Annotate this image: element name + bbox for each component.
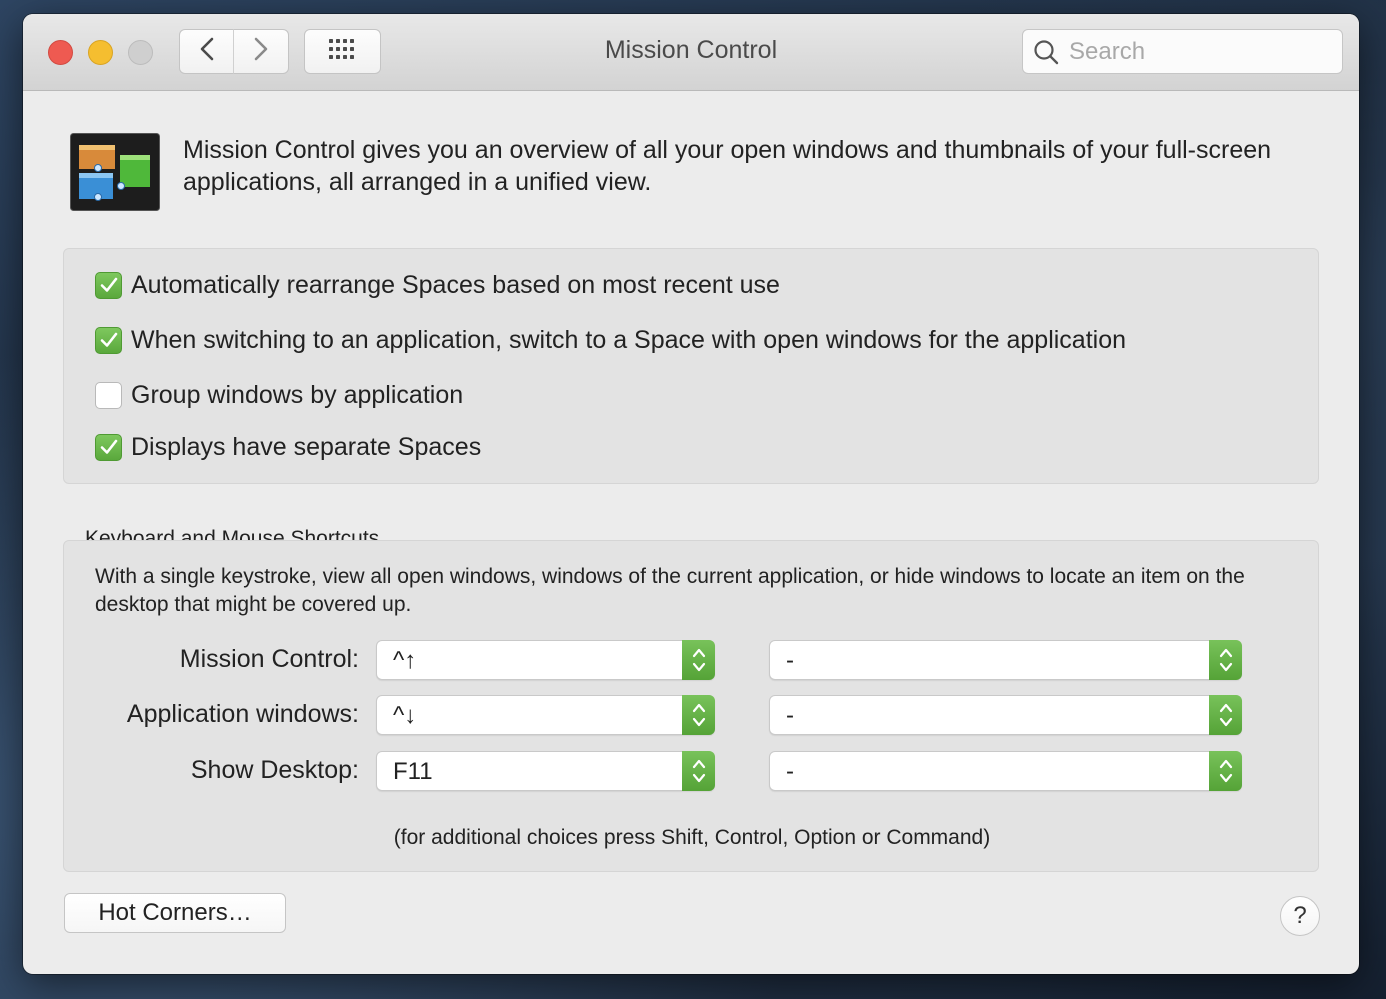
show-desktop-keyboard-popup[interactable]: F11 [376,751,715,791]
back-button[interactable] [179,29,234,74]
checkmark-icon [100,326,118,355]
popup-value: - [786,702,794,729]
updown-arrows-icon [682,695,715,735]
mission-control-mouse-popup[interactable]: - [769,640,1242,680]
updown-arrows-icon [1209,695,1242,735]
navigation-buttons [179,29,289,74]
popup-value: ^↓ [393,702,417,729]
hot-corners-button[interactable]: Hot Corners… [64,893,286,933]
minimize-button[interactable] [88,40,113,65]
content-area: Mission Control gives you an overview of… [23,91,1359,974]
search-field[interactable] [1022,29,1343,74]
show-all-button[interactable] [304,29,381,74]
search-input[interactable] [1067,36,1321,67]
checkbox-rearrange-spaces[interactable] [95,272,122,299]
updown-arrows-icon [1209,640,1242,680]
option-rearrange-spaces[interactable]: Automatically rearrange Spaces based on … [95,271,780,300]
option-label: Displays have separate Spaces [131,433,482,461]
modifier-keys-hint: (for additional choices press Shift, Con… [393,826,991,849]
popup-value: - [786,758,794,785]
mission-control-shortcut-label: Mission Control: [179,645,359,673]
show-desktop-shortcut-label: Show Desktop: [190,756,359,784]
checkbox-group-windows[interactable] [95,382,122,409]
checkmark-icon [100,433,118,462]
application-windows-keyboard-popup[interactable]: ^↓ [376,695,715,735]
preferences-window: Mission Control Mission Contr [23,14,1359,974]
shortcuts-description: With a single keystroke, view all open w… [95,565,1245,616]
window-title: Mission Control [604,36,778,64]
chevron-right-icon [254,37,268,66]
option-switch-to-space[interactable]: When switching to an application, switch… [95,326,1126,355]
shortcuts-panel: With a single keystroke, view all open w… [63,540,1319,872]
search-icon [1033,39,1059,65]
mission-control-app-icon [70,133,160,211]
chevron-left-icon [200,37,214,66]
checkmark-icon [100,271,118,300]
updown-arrows-icon [682,640,715,680]
updown-arrows-icon [1209,751,1242,791]
popup-value: F11 [393,758,433,785]
checkbox-switch-to-space[interactable] [95,327,122,354]
help-button[interactable]: ? [1280,896,1320,936]
popup-value: ^↑ [393,647,417,674]
zoom-button[interactable] [128,40,153,65]
popup-value: - [786,647,794,674]
forward-button[interactable] [234,29,289,74]
application-windows-shortcut-label: Application windows: [126,700,359,728]
updown-arrows-icon [682,751,715,791]
option-group-windows[interactable]: Group windows by application [95,381,463,410]
spaces-options-panel: Automatically rearrange Spaces based on … [63,248,1319,484]
close-button[interactable] [48,40,73,65]
option-label: When switching to an application, switch… [131,326,1127,354]
application-windows-mouse-popup[interactable]: - [769,695,1242,735]
checkbox-separate-spaces[interactable] [95,434,122,461]
mission-control-keyboard-popup[interactable]: ^↑ [376,640,715,680]
title-bar: Mission Control [23,14,1359,91]
option-separate-spaces[interactable]: Displays have separate Spaces [95,433,481,462]
option-label: Automatically rearrange Spaces based on … [131,271,780,299]
option-label: Group windows by application [131,381,464,409]
show-desktop-mouse-popup[interactable]: - [769,751,1242,791]
intro-description: Mission Control gives you an overview of… [183,136,1272,196]
grid-icon [328,38,358,65]
